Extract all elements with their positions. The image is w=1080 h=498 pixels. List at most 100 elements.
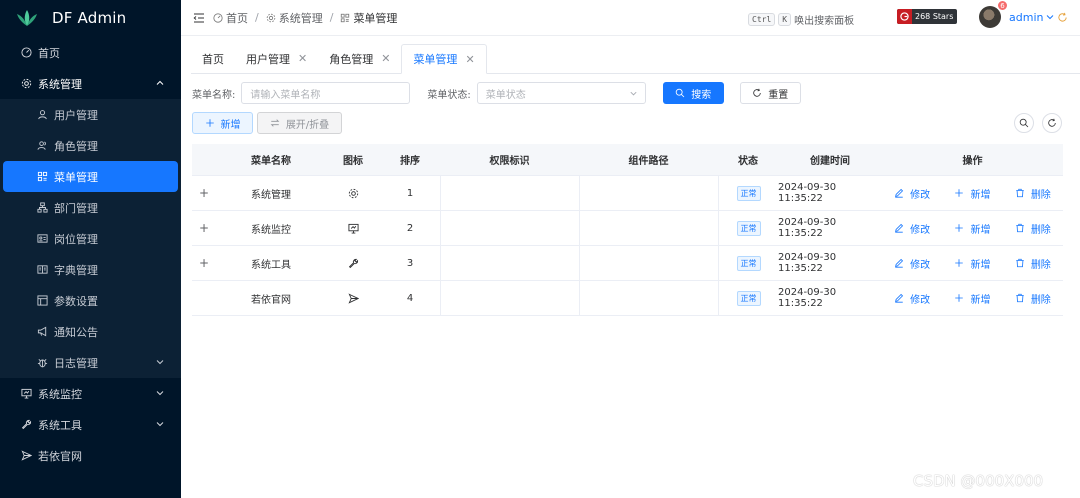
close-icon[interactable]: ✕ <box>465 53 474 66</box>
delete-label: 删除 <box>1030 224 1051 236</box>
breadcrumb-item[interactable]: 系统管理 <box>266 10 323 26</box>
sidebar-item-dept-manage[interactable]: 部门管理 <box>0 192 181 223</box>
sidebar-item-home[interactable]: 首页 <box>0 37 181 68</box>
cell-menu-name: 若依官网 <box>251 294 291 306</box>
logo-icon <box>17 10 37 26</box>
avatar[interactable]: 6 <box>979 0 1008 28</box>
refresh-icon <box>1048 118 1056 127</box>
refresh-icon[interactable] <box>1057 12 1068 23</box>
sidebar-item-post-manage[interactable]: 岗位管理 <box>0 223 181 254</box>
cell-status: 正常 <box>718 281 778 315</box>
search-button[interactable]: 搜索 <box>662 82 724 104</box>
add-label: 新增 <box>970 189 991 201</box>
cell-status: 正常 <box>718 211 778 245</box>
column-header: 状态 <box>738 156 758 167</box>
delete-button[interactable]: 删除 <box>1015 221 1051 236</box>
delete-button[interactable]: 删除 <box>1015 291 1051 306</box>
sidebar-item-log-manage[interactable]: 日志管理 <box>0 347 181 378</box>
chevron-down-icon <box>156 360 164 365</box>
delete-label: 删除 <box>1030 294 1051 306</box>
notification-badge: 6 <box>997 0 1008 11</box>
tab-menu-manage[interactable]: 菜单管理 ✕ <box>401 44 487 74</box>
sidebar-item-label: 岗位管理 <box>54 232 98 246</box>
edit-icon <box>895 293 904 303</box>
sidebar-item-dict-manage[interactable]: 字典管理 <box>0 254 181 285</box>
edit-label: 修改 <box>910 294 931 306</box>
cell-perm <box>440 176 579 210</box>
add-label: 新增 <box>970 224 991 236</box>
bug-icon <box>36 357 48 369</box>
trash-icon <box>1016 188 1024 198</box>
tab-user-manage[interactable]: 用户管理 ✕ <box>235 44 319 74</box>
user-menu[interactable]: 6 admin <box>979 0 1055 28</box>
sidebar-group-system: 系统管理 用户管理 角色管理 菜单管理 部门管理 岗位管理 字典管理 参数设置 … <box>0 68 181 378</box>
expand-toggle[interactable]: + <box>192 211 216 245</box>
menu-status-label: 菜单状态: <box>427 89 471 101</box>
expand-collapse-button[interactable]: 展开/折叠 <box>257 112 342 134</box>
gear-icon <box>266 13 275 22</box>
menu-status-select[interactable]: 菜单状态 <box>476 82 646 104</box>
cell-icon <box>326 246 380 280</box>
breadcrumb-separator: / <box>329 11 334 24</box>
menu-grid-icon <box>341 13 350 22</box>
add-button-label: 新增 <box>220 119 241 131</box>
close-icon[interactable]: ✕ <box>381 52 390 65</box>
expand-toggle[interactable]: + <box>192 176 216 210</box>
fold-menu-icon[interactable] <box>193 12 205 24</box>
breadcrumb-item[interactable]: 首页 <box>213 10 248 26</box>
sidebar-item-role-manage[interactable]: 角色管理 <box>0 130 181 161</box>
monitor-icon <box>347 223 359 234</box>
edit-icon <box>895 223 904 233</box>
toggle-search-button[interactable] <box>1014 113 1034 133</box>
refresh-table-button[interactable] <box>1042 113 1062 133</box>
sidebar-item-website[interactable]: 若依官网 <box>0 440 181 471</box>
add-child-button[interactable]: 新增 <box>954 221 990 236</box>
logo[interactable]: DF Admin <box>0 0 181 36</box>
book-icon <box>36 264 48 276</box>
add-button[interactable]: 新增 <box>192 112 253 134</box>
menu-grid-icon <box>36 171 48 183</box>
table-row: 若依官网 4 正常 2024-09-30 11:35:22 修改 新增 删除 <box>192 281 1063 316</box>
edit-button[interactable]: 修改 <box>894 186 930 201</box>
sidebar-item-menu-manage[interactable]: 菜单管理 <box>3 161 178 192</box>
status-badge: 正常 <box>736 255 761 271</box>
plus-icon <box>955 294 964 302</box>
delete-button[interactable]: 删除 <box>1015 256 1051 271</box>
tab-home[interactable]: 首页 <box>191 44 235 74</box>
search-icon <box>1019 118 1029 128</box>
delete-button[interactable]: 删除 <box>1015 186 1051 201</box>
reset-button[interactable]: 重置 <box>739 82 801 104</box>
sidebar-item-user-manage[interactable]: 用户管理 <box>0 99 181 130</box>
send-icon <box>20 450 32 462</box>
close-icon[interactable]: ✕ <box>298 52 307 65</box>
edit-button[interactable]: 修改 <box>894 256 930 271</box>
column-header: 操作 <box>962 156 983 167</box>
table-row: + 系统管理 1 正常 2024-09-30 11:35:22 修改 新增 删除 <box>192 176 1063 211</box>
tab-label: 菜单管理 <box>413 53 458 66</box>
tab-role-manage[interactable]: 角色管理 ✕ <box>318 44 402 74</box>
sidebar-item-label: 系统管理 <box>38 77 82 91</box>
breadcrumb-item: 菜单管理 <box>340 10 397 26</box>
add-child-button[interactable]: 新增 <box>954 256 990 271</box>
edit-button[interactable]: 修改 <box>894 291 930 306</box>
cell-perm <box>440 246 579 280</box>
add-child-button[interactable]: 新增 <box>954 186 990 201</box>
expand-toggle[interactable]: + <box>192 246 216 280</box>
add-child-button[interactable]: 新增 <box>954 291 990 306</box>
search-icon <box>676 88 685 98</box>
app-root: DF Admin 首页 系统管理 用户管理 角色管理 菜单管理 部门管理 岗位管… <box>0 0 1080 498</box>
edit-button[interactable]: 修改 <box>894 221 930 236</box>
menu-name-input[interactable]: 请输入菜单名称 <box>241 82 411 104</box>
search-shortcut-hint[interactable]: Ctrl K 唤出搜索面板 <box>748 12 854 27</box>
top-header: 首页 / 系统管理 / 菜单管理 Ctrl K 唤出搜索面板 268 Stars <box>181 0 1080 36</box>
sidebar-item-tools[interactable]: 系统工具 <box>0 409 181 440</box>
menu-name-placeholder: 请输入菜单名称 <box>250 89 321 101</box>
status-badge: 正常 <box>736 290 761 306</box>
sidebar-item-notice[interactable]: 通知公告 <box>0 316 181 347</box>
sidebar-item-system[interactable]: 系统管理 <box>0 68 181 99</box>
sidebar-item-config[interactable]: 参数设置 <box>0 285 181 316</box>
swap-icon <box>270 119 280 127</box>
sidebar-item-monitor[interactable]: 系统监控 <box>0 378 181 409</box>
column-header: 排序 <box>400 156 420 167</box>
gitee-stars-badge[interactable]: 268 Stars <box>897 9 958 24</box>
